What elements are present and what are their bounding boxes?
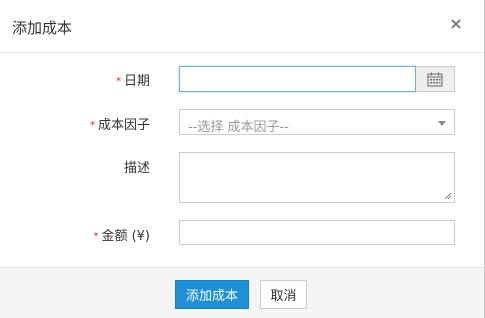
dialog-header: 添加成本 × (0, 0, 484, 53)
resize-handle-icon[interactable] (444, 192, 452, 200)
amount-input[interactable] (179, 220, 455, 245)
description-label: 描述 (123, 161, 150, 176)
amount-label: * 金额 (¥) (0, 225, 150, 244)
date-input[interactable] (179, 66, 416, 92)
add-cost-dialog: 添加成本 × * 日期 * 成本因子 --选择 成本因子-- 描述 * 金额 (… (0, 0, 485, 318)
add-cost-button[interactable]: 添加成本 (175, 280, 249, 309)
date-picker-button[interactable] (416, 66, 455, 92)
factor-label: * 成本因子 (0, 114, 150, 133)
calendar-icon (427, 72, 443, 86)
cancel-button[interactable]: 取消 (260, 280, 307, 309)
factor-label-text: 成本因子 (97, 118, 150, 133)
required-marker: * (115, 76, 121, 87)
required-marker: * (89, 120, 95, 131)
date-label: * 日期 (0, 70, 150, 89)
cost-factor-placeholder: --选择 成本因子-- (188, 120, 289, 135)
dialog-title: 添加成本 (12, 19, 73, 37)
date-label-text: 日期 (123, 74, 150, 89)
required-marker: * (93, 231, 99, 242)
dialog-footer: 添加成本 取消 (0, 267, 484, 318)
amount-label-text: 金额 (¥) (101, 229, 150, 244)
cost-factor-select[interactable]: --选择 成本因子-- (179, 109, 455, 135)
close-icon[interactable]: × (449, 15, 463, 33)
description-textarea[interactable] (179, 152, 455, 203)
caret-down-icon (438, 121, 446, 126)
